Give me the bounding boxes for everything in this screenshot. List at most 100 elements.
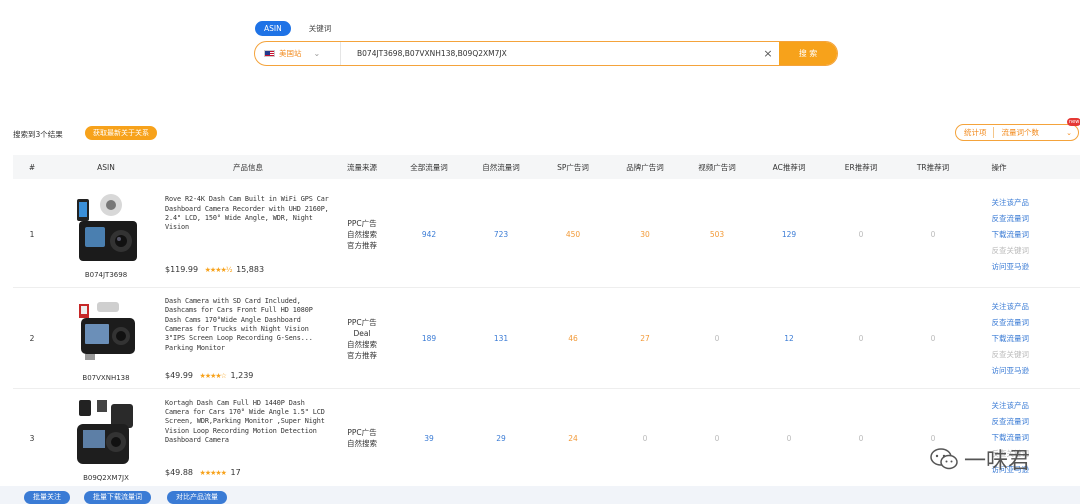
- product-image[interactable]: [71, 191, 141, 267]
- bottom-action-bar: [0, 486, 1080, 504]
- col-brand-keywords: 品牌广告词: [626, 162, 664, 172]
- reverse-traffic-link[interactable]: 反查流量词: [992, 214, 1030, 224]
- col-all-keywords: 全部流量词: [410, 162, 448, 172]
- stat-filter[interactable]: 统计项 流量词个数 ⌄: [955, 124, 1079, 141]
- natural-keywords-count[interactable]: 723: [465, 230, 537, 239]
- review-count: 1,239: [230, 370, 254, 380]
- er-keywords-count: 0: [858, 433, 864, 443]
- result-count: 搜索到3个结果: [13, 130, 63, 139]
- table-header: # ASIN 产品信息 流量来源 全部流量词 自然流量词 SP广告词 品牌广告词…: [13, 155, 1080, 179]
- brand-keywords-count[interactable]: 30: [609, 230, 681, 239]
- download-keywords-link[interactable]: 下载流量词: [992, 433, 1030, 443]
- source-item: 自然搜索: [347, 230, 377, 239]
- source-item: 官方推荐: [347, 350, 377, 360]
- asin-search-input[interactable]: [341, 42, 757, 65]
- product-image[interactable]: [71, 296, 141, 370]
- video-keywords-count: 0: [714, 433, 720, 443]
- sp-keywords-count[interactable]: 24: [537, 434, 609, 443]
- chevron-down-icon: ⌄: [1066, 128, 1072, 137]
- natural-keywords-count[interactable]: 29: [465, 434, 537, 443]
- refresh-relations-button[interactable]: 获取最新关于关系: [85, 126, 157, 140]
- tab-asin[interactable]: ASIN: [255, 21, 291, 36]
- table-row: 2 B07VXNH138 Dash Camera with SD Card In…: [13, 289, 1080, 389]
- watermark: 一味君: [930, 443, 1030, 475]
- brand-keywords-count: 0: [642, 433, 648, 443]
- reverse-keywords-link: 反查关键词: [991, 349, 1030, 359]
- tr-keywords-count: 0: [930, 334, 936, 343]
- col-video-keywords: 视频广告词: [698, 162, 736, 172]
- wechat-icon: [930, 448, 958, 470]
- follow-product-link[interactable]: 关注该产品: [992, 198, 1030, 208]
- all-keywords-count[interactable]: 942: [393, 230, 465, 239]
- sp-keywords-count[interactable]: 450: [537, 230, 609, 239]
- natural-keywords-count[interactable]: 131: [465, 334, 537, 343]
- table-row: 3 B09Q2XM7JX Kortagh Dash Cam Full HD 14…: [13, 390, 1080, 486]
- marketplace-label: 美国站: [279, 49, 302, 58]
- product-price: $119.99: [165, 264, 199, 274]
- source-item: 自然搜索: [347, 439, 377, 448]
- sp-keywords-count[interactable]: 46: [537, 334, 609, 343]
- search-bar: 美国站 ⌄ × 搜 索: [254, 41, 838, 66]
- asin-cell: B09Q2XM7JX: [51, 394, 161, 482]
- product-title[interactable]: Kortagh Dash Cam Full HD 1440P Dash Came…: [165, 399, 331, 445]
- traffic-sources: PPC广告 Deal 自然搜索 官方推荐: [331, 317, 393, 361]
- compare-traffic-button[interactable]: 对比产品流量: [167, 491, 227, 504]
- traffic-sources: PPC广告 自然搜索: [331, 427, 393, 449]
- chevron-down-icon: ⌄: [313, 49, 321, 58]
- reverse-traffic-link[interactable]: 反查流量词: [992, 318, 1030, 328]
- download-keywords-link[interactable]: 下载流量词: [992, 334, 1030, 344]
- row-actions: 关注该产品 反查流量词 下载流量词 反查关键词 访问亚马逊: [969, 302, 1030, 376]
- source-item: PPC广告: [347, 428, 377, 437]
- search-mode-tabs: ASIN 关键词: [255, 21, 335, 36]
- product-info: Kortagh Dash Cam Full HD 1440P Dash Came…: [161, 399, 331, 477]
- new-badge: new: [1067, 118, 1080, 126]
- row-index: 1: [29, 230, 35, 239]
- reverse-traffic-link[interactable]: 反查流量词: [992, 417, 1030, 427]
- source-item: PPC广告: [347, 219, 377, 228]
- tab-keyword[interactable]: 关键词: [305, 21, 336, 36]
- product-price: $49.88: [165, 468, 193, 478]
- ac-keywords-count[interactable]: 12: [753, 334, 825, 343]
- tr-keywords-count: 0: [930, 433, 936, 443]
- product-title[interactable]: Rove R2-4K Dash Cam Built in WiFi GPS Ca…: [165, 195, 331, 232]
- source-item: 自然搜索: [347, 339, 377, 349]
- video-keywords-count[interactable]: 503: [681, 230, 753, 239]
- traffic-sources: PPC广告 自然搜索 官方推荐: [331, 218, 393, 251]
- download-keywords-link[interactable]: 下载流量词: [992, 230, 1030, 240]
- ac-keywords-count[interactable]: 129: [753, 230, 825, 239]
- source-item: 官方推荐: [347, 241, 377, 250]
- clear-icon[interactable]: ×: [757, 47, 779, 60]
- visit-amazon-link[interactable]: 访问亚马逊: [992, 366, 1030, 376]
- product-price: $49.99: [165, 370, 193, 380]
- col-er-keywords: ER推荐词: [844, 162, 878, 172]
- asin-cell: B07VXNH138: [51, 296, 161, 382]
- col-ac-keywords: AC推荐词: [772, 162, 806, 172]
- search-button[interactable]: 搜 索: [779, 42, 837, 65]
- bulk-follow-button[interactable]: 批量关注: [24, 491, 70, 504]
- product-title[interactable]: Dash Camera with SD Card Included, Dashc…: [165, 297, 331, 353]
- price-rating: $49.88 ★★★★★ 17: [165, 468, 331, 477]
- col-sp-keywords: SP广告词: [557, 162, 589, 172]
- row-actions: 关注该产品 反查流量词 下载流量词 反查关键词 访问亚马逊: [969, 198, 1030, 272]
- col-index: #: [28, 162, 36, 172]
- marketplace-select[interactable]: 美国站 ⌄: [255, 42, 341, 65]
- star-rating-icon: ★★★★★: [199, 469, 227, 478]
- stat-filter-value: 流量词个数: [1001, 128, 1040, 137]
- price-rating: $119.99 ★★★★½ 15,883: [165, 265, 331, 274]
- asin-code: B074JT3698: [84, 270, 128, 279]
- asin-code: B09Q2XM7JX: [83, 474, 129, 482]
- asin-code: B07VXNH138: [82, 373, 130, 382]
- product-image[interactable]: [71, 394, 141, 470]
- row-index: 2: [29, 334, 35, 343]
- bulk-download-keywords-button[interactable]: 批量下载流量词: [84, 491, 151, 504]
- brand-keywords-count[interactable]: 27: [609, 334, 681, 343]
- visit-amazon-link[interactable]: 访问亚马逊: [992, 262, 1030, 272]
- all-keywords-count[interactable]: 189: [393, 334, 465, 343]
- er-keywords-count: 0: [858, 334, 864, 343]
- col-natural-keywords: 自然流量词: [482, 162, 520, 172]
- watermark-text: 一味君: [964, 449, 1031, 474]
- follow-product-link[interactable]: 关注该产品: [992, 401, 1030, 411]
- col-asin: ASIN: [97, 162, 115, 172]
- follow-product-link[interactable]: 关注该产品: [992, 302, 1030, 312]
- all-keywords-count[interactable]: 39: [393, 434, 465, 443]
